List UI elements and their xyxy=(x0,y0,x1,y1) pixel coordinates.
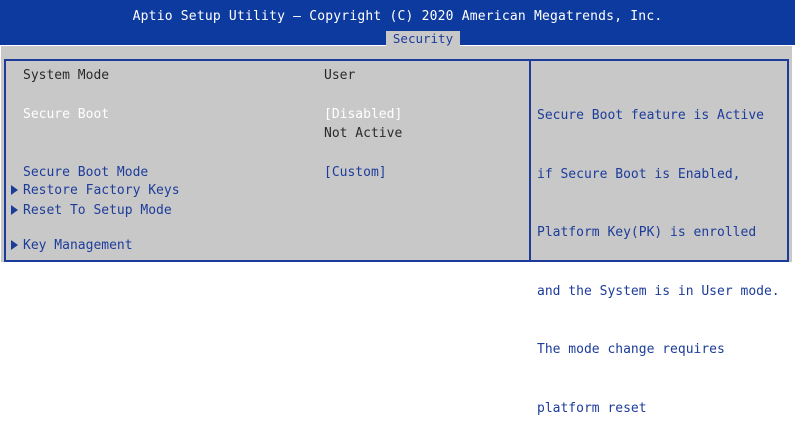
secure-boot-mode-value[interactable]: [Custom] xyxy=(324,165,387,180)
system-mode-value: User xyxy=(324,68,356,83)
triangle-right-icon xyxy=(11,205,18,215)
app-title: Aptio Setup Utility – Copyright (C) 2020… xyxy=(132,9,663,24)
help-line: Secure Boot feature is Active xyxy=(537,108,764,123)
secure-boot-value[interactable]: [Disabled] xyxy=(324,107,402,122)
secure-boot-label[interactable]: Secure Boot xyxy=(23,107,109,122)
help-line: Platform Key(PK) is enrolled xyxy=(537,225,757,240)
help-line: if Secure Boot is Enabled, xyxy=(537,166,741,182)
reset-to-setup-mode-item[interactable]: Reset To Setup Mode xyxy=(23,203,172,218)
help-line: platform reset xyxy=(537,400,647,416)
help-divider xyxy=(529,59,531,262)
restore-factory-keys-item[interactable]: Restore Factory Keys xyxy=(23,183,180,198)
help-line: The mode change requires xyxy=(537,342,725,357)
key-management-item[interactable]: Key Management xyxy=(23,238,133,253)
help-line: and the System is in User mode. xyxy=(537,283,780,299)
secure-boot-mode-label[interactable]: Secure Boot Mode xyxy=(23,165,148,180)
secure-boot-status: Not Active xyxy=(324,126,403,141)
triangle-right-icon xyxy=(11,240,18,250)
help-text: Secure Boot feature is Active if Secure … xyxy=(537,67,792,438)
tab-security[interactable]: Security xyxy=(386,31,460,47)
system-mode-label: System Mode xyxy=(23,68,110,83)
triangle-right-icon xyxy=(11,185,18,195)
